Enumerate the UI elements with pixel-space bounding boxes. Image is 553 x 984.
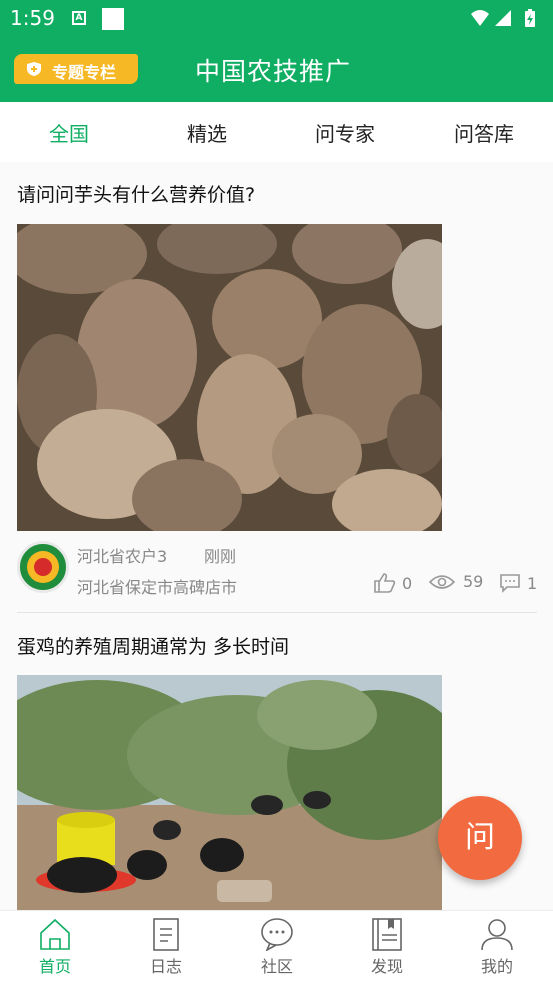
comment-icon[interactable] [499,573,521,593]
nav-community[interactable]: 社区 [237,917,317,977]
nav-profile[interactable]: 我的 [457,917,537,977]
status-bar: 1:59 A [0,0,553,36]
post-title[interactable]: 请问问芋头有什么营养价值? [17,180,255,207]
views-icon [429,575,455,589]
divider [17,612,537,613]
battery-icon [525,9,535,27]
post-time: 刚刚 [204,547,237,566]
nav-discover-label: 发现 [370,957,403,976]
page-title: 中国农技推广 [195,57,352,86]
like-count: 0 [402,574,413,593]
book-icon [372,918,402,951]
nav-log-label: 日志 [149,957,182,976]
post-author: 河北省农户3 [77,547,168,566]
tab-featured[interactable]: 精选 [162,118,252,147]
special-column-button[interactable]: 专题专栏 [14,54,138,84]
comment-count: 1 [527,574,538,593]
special-column-label: 专题专栏 [52,63,117,82]
view-count: 59 [463,572,484,591]
nav-log[interactable]: 日志 [126,917,206,977]
taro-image[interactable] [17,224,442,531]
notification-a-icon: A [72,11,86,25]
person-icon [481,919,513,951]
tab-ask-expert[interactable]: 问专家 [300,118,390,147]
app-header: 专题专栏 中国农技推广 [0,36,553,102]
post-location: 河北省保定市高碑店市 [77,578,238,597]
nav-profile-label: 我的 [480,957,513,976]
ask-question-button[interactable]: 问 [438,796,522,880]
avatar[interactable] [17,541,69,593]
nav-community-label: 社区 [260,957,293,976]
nav-home-label: 首页 [38,957,71,976]
notification-square-icon [102,8,124,30]
chicken-image[interactable] [17,675,442,910]
tab-qa-library[interactable]: 问答库 [439,118,529,147]
signal-icon [495,10,511,26]
wifi-icon [471,10,489,26]
post-title[interactable]: 蛋鸡的养殖周期通常为 多长时间 [17,632,289,659]
chicken-photo [17,675,442,910]
tab-bar: 全国 精选 问专家 问答库 [0,102,553,162]
agri-logo-icon [27,551,59,583]
notebook-icon [153,918,179,951]
nav-home[interactable]: 首页 [15,917,95,977]
chat-bubble-icon [261,918,293,951]
taro-photo [17,224,442,531]
tab-all[interactable]: 全国 [24,118,114,147]
status-icons [471,9,535,27]
like-icon[interactable] [373,572,397,594]
bottom-nav: 首页 日志 社区 发现 我的 [0,910,553,984]
home-icon [40,918,70,950]
nav-discover[interactable]: 发现 [347,917,427,977]
shield-icon [27,62,41,76]
status-time: 1:59 [10,6,55,30]
